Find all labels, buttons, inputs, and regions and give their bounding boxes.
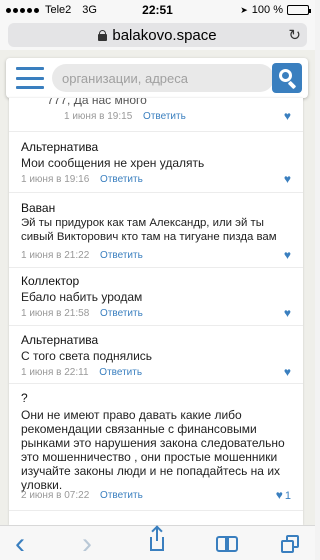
- comment-text: Они не имеют право давать какие либо рек…: [21, 408, 285, 492]
- battery-info: ➤ 100 %: [240, 4, 311, 16]
- like-heart-icon[interactable]: ♥: [284, 109, 291, 123]
- search-input[interactable]: [52, 64, 274, 92]
- comment-date: 1 июня в 22:11: [21, 367, 89, 378]
- share-icon: [150, 527, 164, 551]
- comment-meta: 1 июня в 22:11 Ответить: [21, 367, 142, 378]
- reply-link[interactable]: Ответить: [100, 308, 143, 319]
- like-count: 1: [284, 490, 291, 502]
- comment-author: Альтернатива: [21, 140, 99, 154]
- url-text: balakovo.space: [112, 26, 217, 44]
- chevron-left-icon: ‹: [15, 526, 25, 560]
- forward-button[interactable]: ›: [67, 526, 107, 560]
- tabs-button[interactable]: [270, 526, 310, 560]
- browser-toolbar: ‹ ›: [0, 525, 315, 560]
- like-heart-icon[interactable]: ♥: [284, 365, 291, 379]
- back-button[interactable]: ‹: [0, 526, 40, 560]
- comment-author: ?: [21, 391, 28, 405]
- chevron-right-icon: ›: [82, 526, 92, 560]
- book-icon: [216, 535, 238, 552]
- status-bar: Tele2 3G 22:51 ➤ 100 %: [0, 0, 315, 20]
- reply-link[interactable]: Ответить: [100, 250, 143, 261]
- tabs-icon: [281, 534, 299, 553]
- comment-meta: 2 июня в 07:22 Ответить: [21, 490, 143, 501]
- comment-meta: 1 июня в 19:15 Ответить: [64, 111, 186, 122]
- divider: [9, 325, 303, 326]
- reload-icon[interactable]: ↻: [288, 26, 301, 44]
- location-icon: ➤: [240, 4, 248, 15]
- battery-icon: [287, 5, 311, 15]
- browser-address-area: balakovo.space ↻: [0, 20, 315, 50]
- like-heart-icon[interactable]: ♥: [284, 172, 291, 186]
- comment-date: 1 июня в 21:58: [21, 308, 90, 319]
- divider: [9, 131, 303, 132]
- like-heart-icon[interactable]: ♥: [284, 306, 291, 320]
- reply-link[interactable]: Ответить: [100, 490, 143, 501]
- like-heart-icon[interactable]: ♥: [284, 248, 291, 262]
- like-heart-icon[interactable]: ♥ 1: [276, 488, 291, 502]
- menu-icon[interactable]: [16, 67, 44, 89]
- search-button[interactable]: [272, 63, 302, 93]
- comment-date: 2 июня в 07:22: [21, 490, 90, 501]
- comment-text: Мои сообщения не хрен удалять: [21, 156, 205, 170]
- comment-meta: 1 июня в 21:22 Ответить: [21, 250, 143, 261]
- comment-text: Эй ты придурок как там Александр, или эй…: [21, 217, 277, 243]
- divider: [9, 510, 303, 511]
- divider: [9, 383, 303, 384]
- comment-author: Ваван: [21, 201, 56, 215]
- comment-author: Альтернатива: [21, 333, 99, 347]
- address-bar[interactable]: balakovo.space ↻: [8, 23, 307, 47]
- battery-percent: 100 %: [251, 4, 283, 16]
- search-header: [6, 58, 308, 98]
- bookmarks-button[interactable]: [207, 526, 247, 560]
- comments-list: 777, Да нас много 1 июня в 19:15 Ответит…: [9, 98, 303, 525]
- comment-text: С того света поднялись: [21, 349, 153, 363]
- divider: [9, 192, 303, 193]
- comment-meta: 1 июня в 19:16 Ответить: [21, 174, 143, 185]
- divider: [9, 267, 303, 268]
- reply-link[interactable]: Ответить: [99, 367, 142, 378]
- comment-date: 1 июня в 19:15: [64, 111, 133, 122]
- comment-date: 1 июня в 21:22: [21, 250, 90, 261]
- comment-text: Ебало набить уродам: [21, 290, 143, 304]
- share-button[interactable]: [137, 526, 177, 560]
- lock-icon: [98, 29, 108, 41]
- comment-text: 777, Да нас много: [47, 98, 147, 107]
- reply-link[interactable]: Ответить: [143, 111, 186, 122]
- comment-author: Коллектор: [21, 274, 80, 288]
- comment-meta: 1 июня в 21:58 Ответить: [21, 308, 143, 319]
- comment-date: 1 июня в 19:16: [21, 174, 90, 185]
- reply-link[interactable]: Ответить: [100, 174, 143, 185]
